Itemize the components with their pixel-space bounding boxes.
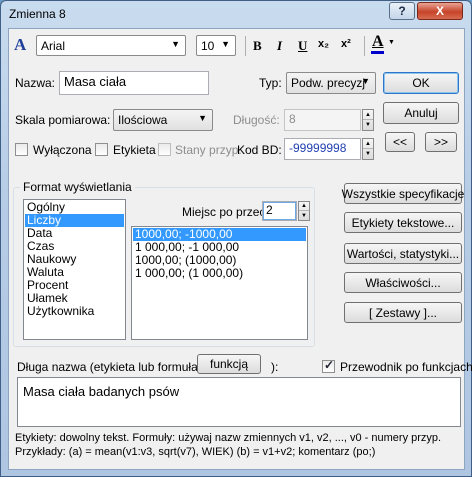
values-stats-label: Wartości, statystyki... [346,246,460,261]
values-stats-button[interactable]: Wartości, statystyki... [344,243,462,264]
format-type-list[interactable]: Ogólny Liczby Data Czas Naukowy Waluta Procent… [23,199,126,340]
sets-label: [ Zestawy ]... [368,305,437,320]
chevron-down-icon: ▼ [171,39,180,49]
format-type-item[interactable]: Użytkownika [25,305,124,318]
label-checkbox-label: Etykieta [113,143,156,157]
chevron-down-icon: ▼ [361,76,370,86]
label-checkbox[interactable] [95,143,108,156]
italic-button[interactable]: I [277,38,282,54]
down-icon[interactable]: ▼ [363,149,373,159]
font-size-value: 10 [201,39,215,53]
chevron-down-icon: ▼ [388,39,395,46]
scale-label: Skala pomiarowa: [15,113,111,127]
function-button[interactable]: funkcją [197,354,261,374]
format-group-label: Format wyświetlania [20,180,135,194]
long-name-label: Długa nazwa (etykieta lub formuła z [17,360,208,374]
chevron-down-icon: ▼ [221,39,230,49]
function-guide-label: Przewodnik po funkcjach [340,360,472,374]
code-bd-spinner[interactable]: ▲ ▼ [362,138,374,160]
text-color-icon: A [372,33,384,50]
type-select[interactable]: Podw. precyzj ▼ [286,72,376,94]
all-specs-label: Wszystkie specyfikacje [341,186,465,201]
properties-label: Właściwości... [365,275,441,290]
states-checkbox-label: Stany przyp. [175,143,242,157]
name-input[interactable]: Masa ciała [59,71,209,95]
all-specs-button[interactable]: Wszystkie specyfikacje [341,183,465,204]
length-input: 8 [284,109,361,131]
long-name-label-suffix: ): [271,360,279,374]
text-color-swatch [371,51,384,54]
type-label: Typ: [259,76,282,90]
length-label: Długość: [233,113,280,127]
cancel-button[interactable]: Anuluj [383,102,459,124]
length-spinner: ▲ ▼ [362,109,374,131]
prev-variable-button[interactable]: << [385,132,415,152]
underline-button[interactable]: U [298,38,307,54]
scale-select[interactable]: Ilościowa ▼ [113,109,213,131]
ok-button[interactable]: OK [383,72,459,94]
title-bar[interactable]: Zmienna 8 ? X [1,1,471,27]
up-icon[interactable]: ▲ [299,202,309,211]
name-label: Nazwa: [15,76,56,90]
variable-dialog: Zmienna 8 ? X A Arial ▼ 10 ▼ B I U x₂ x²… [0,0,472,477]
disabled-checkbox-label: Wyłączona [33,143,92,157]
states-checkbox [158,143,171,156]
subscript-button[interactable]: x₂ [318,38,329,50]
font-icon: A [14,35,27,54]
bold-button[interactable]: B [253,38,262,54]
sets-button[interactable]: [ Zestawy ]... [344,302,462,323]
decimal-places-spinner[interactable]: ▲ ▼ [298,201,310,221]
function-guide-checkbox[interactable] [322,358,335,373]
long-name-textarea[interactable]: Masa ciała badanych psów [17,377,461,427]
dialog-body: A Arial ▼ 10 ▼ B I U x₂ x² A ▼ Nazwa: Ma… [8,28,472,470]
toolbar-divider [364,36,365,56]
text-labels-button[interactable]: Etykiety tekstowe... [344,212,462,233]
disabled-checkbox[interactable] [15,143,28,156]
next-variable-button[interactable]: >> [425,132,457,152]
help-button[interactable]: ? [389,2,415,20]
type-value: Podw. precyzj [291,76,366,90]
code-bd-label: Kod BD: [237,143,282,157]
decimal-places-input[interactable]: 2 [262,201,297,221]
decimal-places-label: Miejsc po przec: [182,205,269,219]
help-text-line1: Etykiety: dowolny tekst. Formuły: używaj… [15,432,442,444]
text-color-button[interactable]: A ▼ [370,33,396,57]
format-example-item[interactable]: 1 000,00; (1 000,00) [133,267,306,280]
font-name-value: Arial [41,39,66,53]
toolbar-divider [245,36,246,56]
help-text-line2: Przykłady: (a) = mean(v1:v3, sqrt(v7), W… [15,446,376,458]
format-example-list[interactable]: 1000,00; -1000,00 1 000,00; -1 000,00 1000… [131,226,308,340]
down-icon: ▼ [365,122,371,128]
scale-value: Ilościowa [118,113,168,127]
down-icon[interactable]: ▼ [299,211,309,220]
superscript-button[interactable]: x² [341,38,351,50]
close-button[interactable]: X [417,2,463,20]
text-labels-label: Etykiety tekstowe... [351,215,455,230]
window-title: Zmienna 8 [9,7,66,21]
up-icon[interactable]: ▲ [363,139,373,149]
properties-button[interactable]: Właściwości... [344,272,462,293]
font-size-select[interactable]: 10 ▼ [196,35,236,56]
font-name-select[interactable]: Arial ▼ [36,35,186,56]
up-icon: ▲ [363,110,373,120]
code-bd-input[interactable]: -99999998 [284,138,361,160]
chevron-down-icon: ▼ [198,113,207,123]
